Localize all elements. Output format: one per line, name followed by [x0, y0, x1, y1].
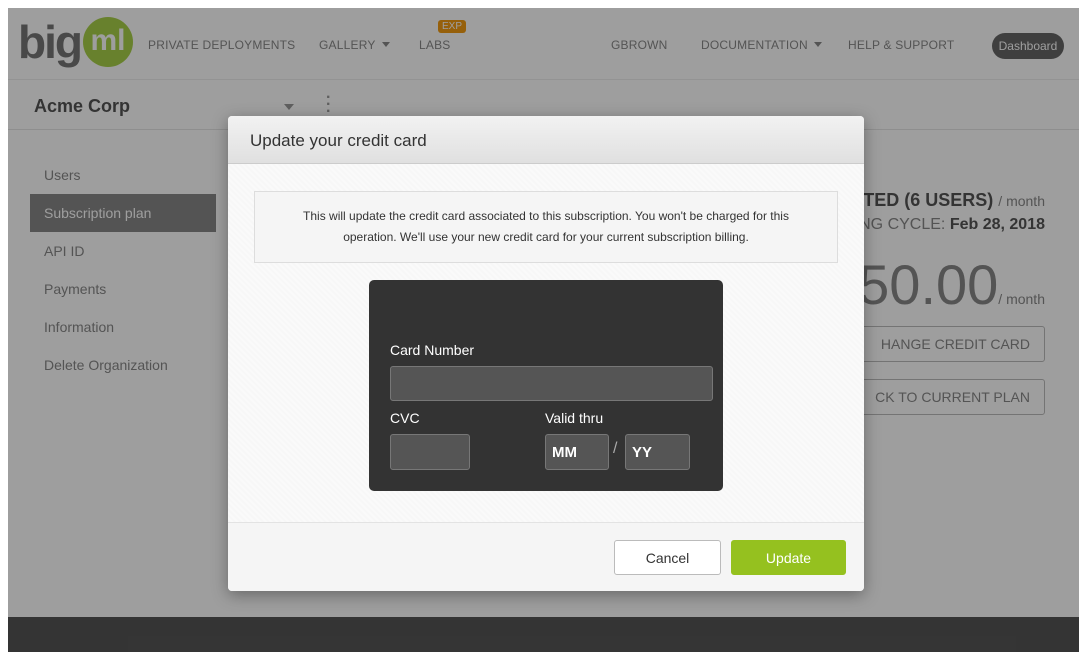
update-button[interactable]: Update [731, 540, 846, 575]
update-credit-card-modal: Update your credit card This will update… [228, 116, 864, 591]
cancel-button[interactable]: Cancel [614, 540, 721, 575]
notice-line-1: This will update the credit card associa… [303, 209, 789, 223]
expiry-separator: / [613, 440, 618, 457]
modal-title: Update your credit card [250, 131, 427, 150]
expiry-month-input[interactable] [545, 434, 609, 470]
valid-thru-label: Valid thru [545, 410, 604, 426]
modal-header: Update your credit card [228, 116, 864, 164]
modal-footer: Cancel Update [228, 522, 864, 591]
card-number-label: Card Number [390, 342, 475, 358]
card-number-input[interactable] [390, 366, 713, 401]
modal-body: This will update the credit card associa… [228, 164, 864, 522]
cvc-input[interactable] [390, 434, 470, 470]
credit-card-form: Card Number CVC Valid thru / [369, 280, 723, 491]
update-notice: This will update the credit card associa… [254, 191, 838, 263]
notice-line-2: operation. We'll use your new credit car… [343, 230, 749, 244]
expiry-year-input[interactable] [625, 434, 690, 470]
cvc-label: CVC [390, 410, 420, 426]
